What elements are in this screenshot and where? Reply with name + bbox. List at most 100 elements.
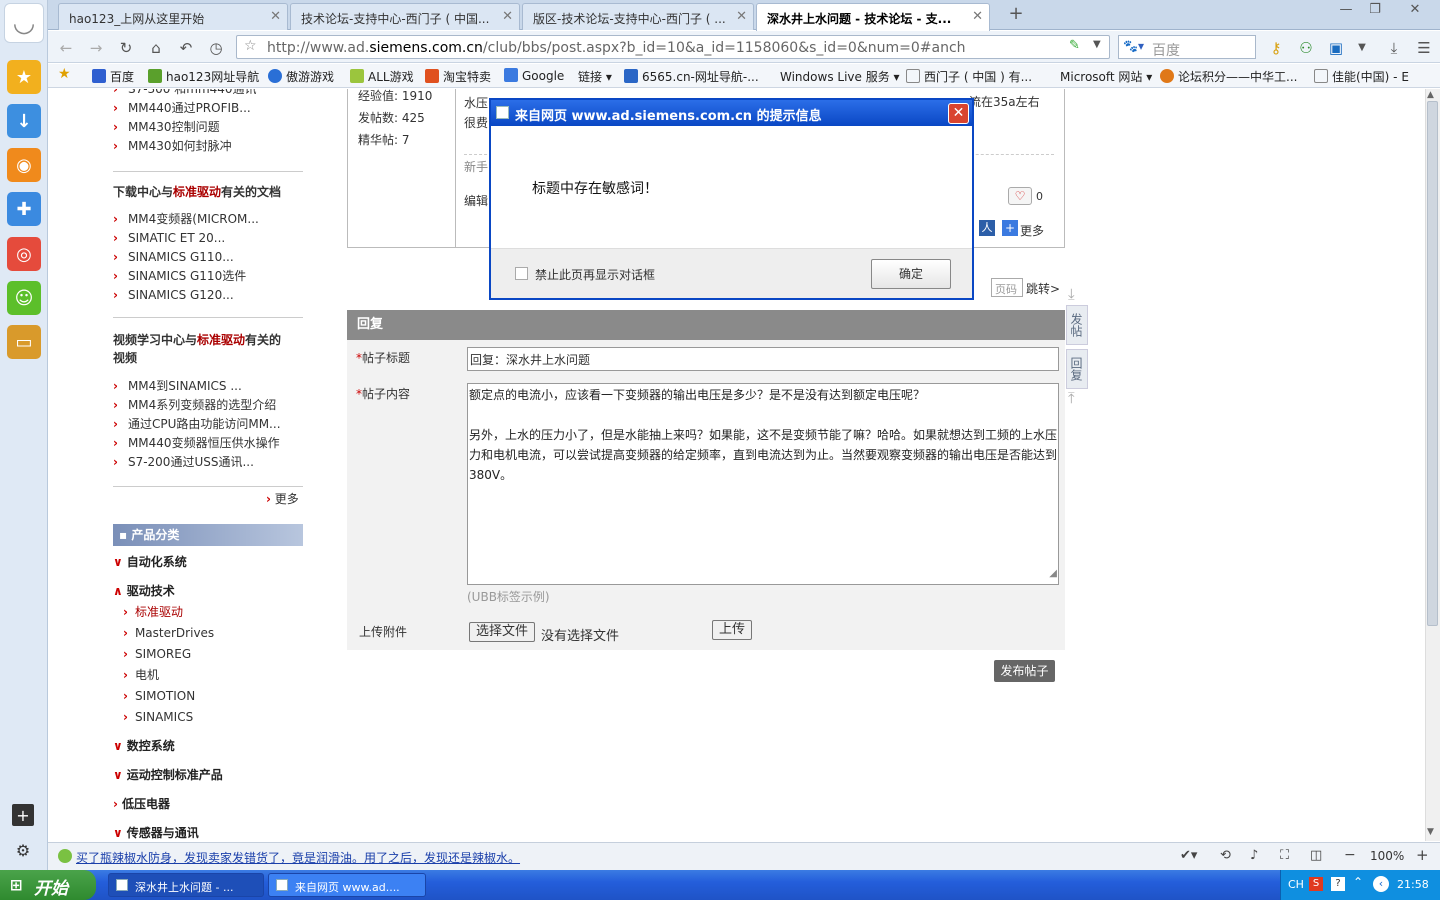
list-item[interactable]: SINAMICS G120... — [113, 286, 259, 305]
close-icon[interactable]: ✕ — [270, 9, 281, 24]
tray-collapse-icon[interactable]: ‹ — [1373, 876, 1389, 892]
downloads-icon[interactable]: ⤓ — [1384, 38, 1404, 58]
help-icon[interactable]: ? — [1331, 877, 1345, 891]
bookmark-item[interactable]: 傲游游戏 — [268, 68, 334, 85]
category-lowvoltage[interactable]: › 低压电器 — [113, 790, 170, 819]
content-textarea[interactable]: 额定点的电流小，应该看一下变频器的输出电压是多少？是不是没有达到额定电压呢？ 另… — [467, 383, 1059, 585]
bookmark-item[interactable]: Google — [504, 68, 564, 83]
list-item[interactable]: SINAMICS — [123, 707, 214, 728]
list-item[interactable]: SINAMICS G110选件 — [113, 267, 259, 286]
security-icon[interactable]: ✔▾ — [1180, 848, 1197, 863]
minimize-icon[interactable]: — — [1335, 2, 1357, 20]
menu-icon[interactable]: ☰ — [1414, 38, 1434, 58]
like-heart-icon[interactable]: ♡ — [1008, 187, 1032, 205]
list-item[interactable]: MM430如何封脉冲 — [113, 137, 257, 156]
more-link[interactable]: › 更多 — [266, 490, 299, 507]
chevron-down-icon[interactable]: ▼ — [1352, 38, 1372, 58]
split-view-icon[interactable]: ◫ — [1310, 848, 1322, 863]
notepad-icon[interactable]: ▭ — [7, 325, 41, 359]
undo-icon[interactable]: ↶ — [176, 38, 196, 58]
bookmark-folder[interactable]: 链接 ▾ — [578, 68, 612, 85]
list-item[interactable]: 通过CPU路由功能访问MM... — [113, 415, 281, 434]
tab-forum[interactable]: 技术论坛-支持中心-西门子 ( 中国... ✕ — [290, 3, 520, 30]
float-post-button[interactable]: 发帖 — [1066, 305, 1088, 345]
back-icon[interactable]: ← — [56, 38, 76, 58]
weibo-icon[interactable]: ◎ — [7, 237, 41, 271]
choose-file-button[interactable]: 选择文件 — [469, 622, 535, 642]
jump-link[interactable]: 跳转> — [1026, 280, 1060, 297]
close-icon[interactable]: ✕ — [736, 9, 747, 24]
sogou-icon[interactable]: S — [1309, 877, 1323, 891]
history-icon[interactable]: ◷ — [206, 38, 226, 58]
favorites-icon[interactable]: ★ — [58, 66, 71, 82]
address-bar[interactable]: ☆ http://www.ad.siemens.com.cn/club/bbs/… — [236, 35, 1110, 59]
forward-icon[interactable]: → — [86, 38, 106, 58]
zoom-in-icon[interactable]: + — [1416, 846, 1429, 864]
bookmark-folder[interactable]: Microsoft 网站 ▾ — [1060, 68, 1152, 85]
gamepad-icon[interactable]: ✚ — [7, 192, 41, 226]
bookmark-item[interactable]: 百度 — [92, 68, 134, 85]
bookmark-item[interactable]: 论坛积分——中华工... — [1160, 68, 1297, 85]
pin-icon[interactable]: ✎ — [1069, 38, 1080, 53]
tab-hao123[interactable]: hao123_上网从这里开始 ✕ — [58, 3, 288, 30]
smile-icon[interactable]: ☺ — [7, 281, 41, 315]
user-icon[interactable]: ⚇ — [1296, 38, 1316, 58]
home-icon[interactable]: ⌂ — [146, 38, 166, 58]
category-cnc[interactable]: ∨ 数控系统 — [113, 732, 175, 761]
taskbar-task[interactable]: 来自网页 www.ad.... — [268, 873, 426, 897]
avatar[interactable]: ◡ — [4, 3, 44, 43]
list-item[interactable]: SINAMICS G110... — [113, 248, 259, 267]
share-renren-icon[interactable]: 人 — [979, 220, 995, 236]
bookmark-item[interactable]: 淘宝特卖 — [425, 68, 491, 85]
rss-icon[interactable]: ◉ — [7, 148, 41, 182]
translate-icon[interactable]: ▣ — [1326, 38, 1346, 58]
key-icon[interactable]: ⚷ — [1266, 38, 1286, 58]
close-icon[interactable]: ✕ — [502, 9, 513, 24]
gear-icon[interactable]: ⚙ — [12, 839, 34, 861]
list-item[interactable]: MM440通过PROFIB... — [113, 99, 257, 118]
restore-icon[interactable]: ❐ — [1364, 2, 1386, 20]
list-item[interactable]: 标准驱动 — [123, 602, 214, 623]
window-close-icon[interactable]: ✕ — [1404, 2, 1426, 20]
taskbar-task[interactable]: 深水井上水问题 - ... — [108, 873, 264, 897]
list-item[interactable]: MasterDrives — [123, 623, 214, 644]
scroll-up-icon[interactable]: ▲ — [1427, 90, 1434, 100]
list-item[interactable]: 电机 — [123, 665, 214, 686]
resize-handle-icon[interactable]: ◢ — [1049, 564, 1057, 584]
fullscreen-icon[interactable]: ⛶ — [1280, 848, 1289, 863]
list-item[interactable]: SIMOREG — [123, 644, 214, 665]
suppress-label[interactable]: 禁止此页再显示对话框 — [535, 266, 655, 283]
bookmark-item[interactable]: 6565.cn-网址导航-... — [624, 68, 759, 85]
marquee-link[interactable]: 买了瓶辣椒水防身，发现卖家发错货了，竟是润滑油。用了之后，发现还是辣椒水。 — [76, 849, 520, 866]
bookmark-item[interactable]: ALL游戏 — [350, 68, 414, 85]
ime-indicator[interactable]: CH — [1288, 878, 1304, 891]
list-item[interactable]: SIMOTION — [123, 686, 214, 707]
tray-arrow-icon[interactable]: ⌃ — [1353, 875, 1363, 889]
bookmark-item[interactable]: 佳能(中国) - E — [1314, 68, 1409, 85]
start-button[interactable]: ⊞ 开始 — [0, 870, 96, 900]
list-item[interactable]: SIMATIC ET 20... — [113, 229, 259, 248]
tab-board[interactable]: 版区-技术论坛-支持中心-西门子 ( ... ✕ — [522, 3, 754, 30]
list-item[interactable]: MM430控制问题 — [113, 118, 257, 137]
ubb-hint[interactable]: (UBB标签示例) — [467, 588, 550, 605]
star-icon[interactable]: ★ — [7, 60, 41, 94]
list-item[interactable]: MM4系列变频器的选型介绍 — [113, 396, 281, 415]
upload-button[interactable]: 上传 — [712, 620, 752, 640]
share-more-icon[interactable]: + — [1002, 220, 1018, 236]
star-outline-icon[interactable]: ☆ — [244, 38, 257, 54]
list-item[interactable]: MM4变频器(MICROM... — [113, 210, 259, 229]
baidu-paw-icon[interactable]: 🐾▾ — [1123, 39, 1144, 53]
list-item[interactable]: S7-200通过USS通讯... — [113, 453, 281, 472]
list-item[interactable]: MM440变频器恒压供水操作 — [113, 434, 281, 453]
category-sensors[interactable]: ∨ 传感器与通讯 — [113, 819, 199, 841]
zoom-out-icon[interactable]: − — [1344, 847, 1356, 863]
scrollbar-thumb[interactable] — [1427, 101, 1438, 626]
refresh-icon[interactable]: ↻ — [116, 38, 136, 58]
title-input[interactable]: 回复：深水井上水问题 — [467, 347, 1059, 371]
page-number-input[interactable]: 页码 — [991, 278, 1023, 297]
new-tab-button[interactable]: + — [1006, 4, 1026, 24]
add-icon[interactable]: + — [12, 804, 34, 826]
search-input[interactable]: 🐾▾ 百度 — [1118, 35, 1256, 59]
bookmark-item[interactable]: 西门子 ( 中国 ) 有... — [906, 68, 1032, 85]
float-reply-button[interactable]: 回复 — [1066, 349, 1088, 389]
